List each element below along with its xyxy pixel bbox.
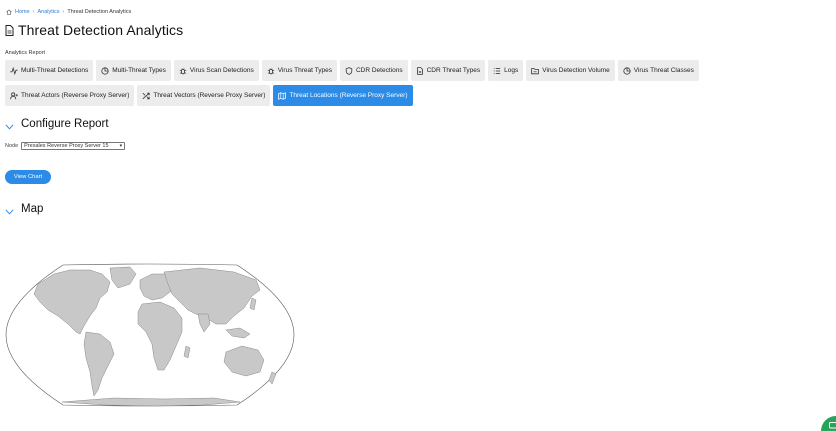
report-tabs: Multi-Threat Detections Multi-Threat Typ… [5,60,831,106]
map-section-toggle[interactable]: Map [5,203,43,215]
tab-threat-actors[interactable]: Threat Actors (Reverse Proxy Server) [5,85,135,106]
map-icon [278,91,287,100]
tab-threat-vectors[interactable]: Threat Vectors (Reverse Proxy Server) [137,85,271,106]
user-plus-icon [10,91,18,99]
tab-logs[interactable]: Logs [488,60,524,81]
analytics-report-label: Analytics Report [5,50,46,56]
page-title: Threat Detection Analytics [5,22,183,38]
breadcrumb-analytics-link[interactable]: Analytics [38,9,60,15]
view-chart-button[interactable]: View Chart [5,170,51,184]
configure-report-heading: Configure Report [21,118,109,130]
chat-icon [829,422,836,429]
tab-virus-threat-classes[interactable]: Virus Threat Classes [617,60,699,81]
tab-label: Threat Actors (Reverse Proxy Server) [21,92,130,99]
breadcrumb-separator: › [62,9,65,15]
tab-threat-locations[interactable]: Threat Locations (Reverse Proxy Server) [273,85,413,106]
tab-label: Threat Locations (Reverse Proxy Server) [289,92,408,99]
configure-report-toggle[interactable]: Configure Report [5,118,109,130]
tab-label: Virus Threat Classes [633,67,694,74]
document-icon [5,24,14,36]
tab-virus-detection-volume[interactable]: Virus Detection Volume [526,60,615,81]
bug-icon [179,67,187,74]
breadcrumb-separator: › [32,9,35,15]
bug-icon [267,67,275,74]
tab-label: Logs [504,67,519,74]
home-icon[interactable] [6,9,12,15]
chevron-down-icon: ▾ [119,143,123,149]
breadcrumb-current: Threat Detection Analytics [67,9,132,15]
shield-icon [345,66,353,75]
chat-button[interactable] [821,416,836,431]
node-label: Node [5,143,19,149]
map-heading: Map [21,203,44,215]
tab-label: CDR Threat Types [426,67,481,74]
world-map[interactable] [4,262,296,408]
tab-multi-threat-types[interactable]: Multi-Threat Types [96,60,171,81]
list-icon [493,67,501,74]
tab-virus-threat-types[interactable]: Virus Threat Types [261,60,337,81]
chevron-down-icon [5,208,14,215]
tab-label: Virus Scan Detections [189,67,254,74]
breadcrumb: Home › Analytics › Threat Detection Anal… [6,9,131,15]
pie-chart-icon [101,66,109,75]
tab-cdr-threat-types[interactable]: CDR Threat Types [410,60,486,81]
node-select-value: Presales Reverse Proxy Server 15 [24,143,109,149]
tab-label: Threat Vectors (Reverse Proxy Server) [153,92,266,99]
chevron-down-icon [5,123,14,130]
breadcrumb-home-link[interactable]: Home [15,9,30,15]
tab-multi-threat-detections[interactable]: Multi-Threat Detections [5,60,94,81]
pie-chart-icon [623,66,631,75]
shuffle-icon [142,92,150,99]
page-title-text: Threat Detection Analytics [18,22,184,38]
activity-icon [10,66,18,75]
node-row: Node Presales Reverse Proxy Server 15 ▾ [5,142,126,150]
tab-cdr-detections[interactable]: CDR Detections [339,60,408,81]
node-select[interactable]: Presales Reverse Proxy Server 15 ▾ [21,142,126,150]
tab-label: Virus Threat Types [277,67,332,74]
folder-icon [531,67,540,74]
tab-label: CDR Detections [355,67,403,74]
tab-label: Multi-Threat Detections [21,67,89,74]
tab-virus-scan-detections[interactable]: Virus Scan Detections [173,60,259,81]
tab-label: Multi-Threat Types [112,67,166,74]
tab-label: Virus Detection Volume [542,67,610,74]
file-icon [416,66,423,75]
